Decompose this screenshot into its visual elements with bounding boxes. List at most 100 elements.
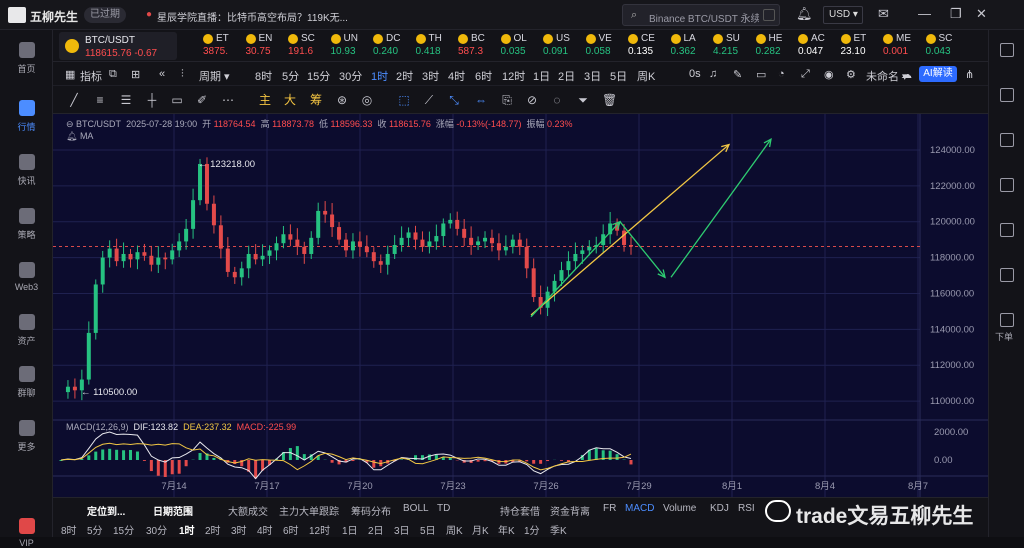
bottom-timeframe[interactable]: 周K — [446, 522, 463, 537]
mail-icon[interactable]: ✉ — [878, 6, 889, 22]
indicator-tab[interactable]: 定位到... — [87, 503, 125, 518]
bottom-timeframe[interactable]: 30分 — [146, 522, 167, 537]
nav-chat[interactable]: 群聊 — [0, 366, 53, 399]
timeframe-tab[interactable]: 15分 — [307, 68, 330, 84]
sound-icon[interactable]: ♫ — [709, 68, 717, 80]
projection-line[interactable] — [671, 139, 771, 277]
ticker-item[interactable]: SC0.043 — [926, 33, 968, 59]
trash-icon[interactable]: 🗑︎ — [602, 93, 616, 107]
prev-icon[interactable]: « — [159, 68, 165, 80]
document-icon[interactable] — [1000, 88, 1014, 102]
indicator-tab[interactable]: 筹码分布 — [351, 503, 391, 518]
pie-icon[interactable]: ◔ — [778, 68, 785, 80]
collapse-icon[interactable]: ⊖ — [66, 119, 76, 129]
order-label[interactable]: 下单 — [995, 330, 1013, 343]
indicator-tab[interactable]: 大额成交 — [228, 503, 268, 518]
nav-web3[interactable]: Web3 — [0, 262, 53, 292]
bottom-timeframe[interactable]: 5分 — [87, 522, 103, 537]
ticker-item[interactable]: SU4.215 — [713, 33, 755, 59]
edit-icon[interactable]: ✎ — [733, 68, 742, 81]
timeframe-tab[interactable]: 2时 — [396, 68, 413, 84]
chip-tool[interactable]: 筹 — [309, 93, 323, 107]
layers-icon[interactable] — [1000, 268, 1014, 282]
lock-icon[interactable]: ⎘ — [500, 93, 514, 107]
timeframe-tab[interactable]: 5日 — [610, 68, 627, 84]
ma-label[interactable]: 🔔︎ MA — [66, 131, 93, 142]
cycle-button[interactable]: 周期 ▾ — [199, 68, 230, 84]
price-chart[interactable]: 124000.00122000.00120000.00118000.001160… — [53, 114, 988, 497]
bottom-timeframe[interactable]: 3时 — [231, 522, 247, 537]
indicators-button[interactable]: 指标 — [80, 68, 102, 84]
bottom-timeframe[interactable]: 年K — [498, 522, 515, 537]
ruler-icon[interactable]: ⟋ — [422, 93, 436, 107]
indicator-tab[interactable]: BOLL — [403, 503, 429, 514]
bell-icon[interactable]: 🔔︎ — [796, 6, 813, 22]
bottom-timeframe[interactable]: 季K — [550, 522, 567, 537]
timeframe-tab[interactable]: 5分 — [282, 68, 299, 84]
indicator-tab[interactable]: FR — [603, 503, 616, 514]
timeframe-tab[interactable]: 8时 — [255, 68, 272, 84]
chart-area[interactable]: 124000.00122000.00120000.00118000.001160… — [53, 114, 988, 497]
fullscreen-icon[interactable]: ⤢ — [801, 68, 810, 81]
fib-icon[interactable]: ☰ — [119, 93, 133, 107]
ticker-item[interactable]: TH0.418 — [416, 33, 458, 59]
range-icon[interactable]: ⇔ — [474, 93, 488, 107]
indicator-tab[interactable]: 资金背离 — [550, 503, 590, 518]
nav-news[interactable]: 快讯 — [0, 154, 53, 187]
big-tool[interactable]: 大 — [283, 93, 297, 107]
ticker-item[interactable]: HE0.282 — [756, 33, 798, 59]
trend-icon[interactable] — [1000, 178, 1014, 192]
brush-icon[interactable]: ✐ — [195, 93, 209, 107]
bottom-timeframe[interactable]: 6时 — [283, 522, 299, 537]
bottom-timeframe[interactable]: 月K — [472, 522, 489, 537]
indicator-tab[interactable]: RSI — [738, 503, 755, 514]
measure-icon[interactable]: ⤡ — [447, 93, 461, 107]
camera-icon[interactable]: ◉ — [824, 68, 834, 81]
search-input[interactable]: Binance BTC/USDT 永续 — [649, 10, 759, 25]
select-icon[interactable]: ⬚ — [397, 93, 411, 107]
chart-type-icon[interactable]: ⧉ — [109, 68, 117, 81]
indicator-tab[interactable]: MACD — [625, 503, 654, 514]
ticker-item[interactable]: ME0.001 — [883, 33, 925, 59]
bottom-timeframe[interactable]: 15分 — [113, 522, 134, 537]
nav-market[interactable]: 行情 — [0, 100, 53, 133]
bottom-timeframe[interactable]: 8时 — [61, 522, 77, 537]
bottom-timeframe[interactable]: 1时 — [179, 522, 195, 537]
timeframe-tab[interactable]: 30分 — [339, 68, 362, 84]
layout-icon[interactable]: ▭ — [756, 68, 766, 81]
trade-icon[interactable] — [1000, 313, 1014, 327]
ticker-item[interactable]: UN10.93 — [331, 33, 373, 59]
bottom-timeframe[interactable]: 1分 — [524, 522, 540, 537]
ticker-item[interactable]: LA0.362 — [671, 33, 713, 59]
eye-icon[interactable]: ◎ — [360, 93, 374, 107]
projection-line[interactable] — [531, 222, 620, 317]
candle-icon[interactable]: ⫶ — [181, 68, 184, 81]
timeframe-tab[interactable]: 1日 — [533, 68, 550, 84]
timeframe-tab[interactable]: 4时 — [448, 68, 465, 84]
zero-s[interactable]: 0s — [689, 68, 701, 80]
nav-home[interactable]: 首页 — [0, 42, 53, 75]
link-icon[interactable]: ⊘ — [525, 93, 539, 107]
timeframe-tab[interactable]: 周K — [637, 68, 655, 84]
nav-more[interactable]: 更多 — [0, 420, 53, 453]
indicator-tab[interactable]: TD — [437, 503, 450, 514]
bottom-timeframe[interactable]: 1日 — [342, 522, 358, 537]
restore-icon[interactable]: ❐ — [950, 6, 962, 22]
currency-select[interactable]: USD ▾ — [823, 6, 863, 24]
minimize-icon[interactable]: — — [918, 6, 931, 21]
parallel-icon[interactable]: ≡ — [93, 93, 107, 107]
ticker-item[interactable]: AC0.047 — [798, 33, 840, 59]
indicator-tab[interactable]: KDJ — [710, 503, 729, 514]
ticker-item[interactable]: US0.091 — [543, 33, 585, 59]
timeframe-tab[interactable]: 1时 — [371, 68, 388, 84]
ticker-item[interactable]: ET3875. — [203, 33, 245, 59]
indicator-tab[interactable]: 日期范围 — [153, 503, 193, 518]
ticker-item[interactable]: ET23.10 — [841, 33, 883, 59]
compare-icon[interactable]: ⊞ — [131, 68, 140, 81]
hline-icon[interactable]: ┼ — [145, 93, 159, 107]
ticker-item[interactable]: OL0.035 — [501, 33, 543, 59]
indicator-tab[interactable]: Volume — [663, 503, 696, 514]
search-box[interactable]: ⌕ Binance BTC/USDT 永续 — [622, 4, 780, 26]
timeframe-tab[interactable]: 3日 — [584, 68, 601, 84]
share-icon[interactable]: ⋔ — [965, 68, 974, 81]
